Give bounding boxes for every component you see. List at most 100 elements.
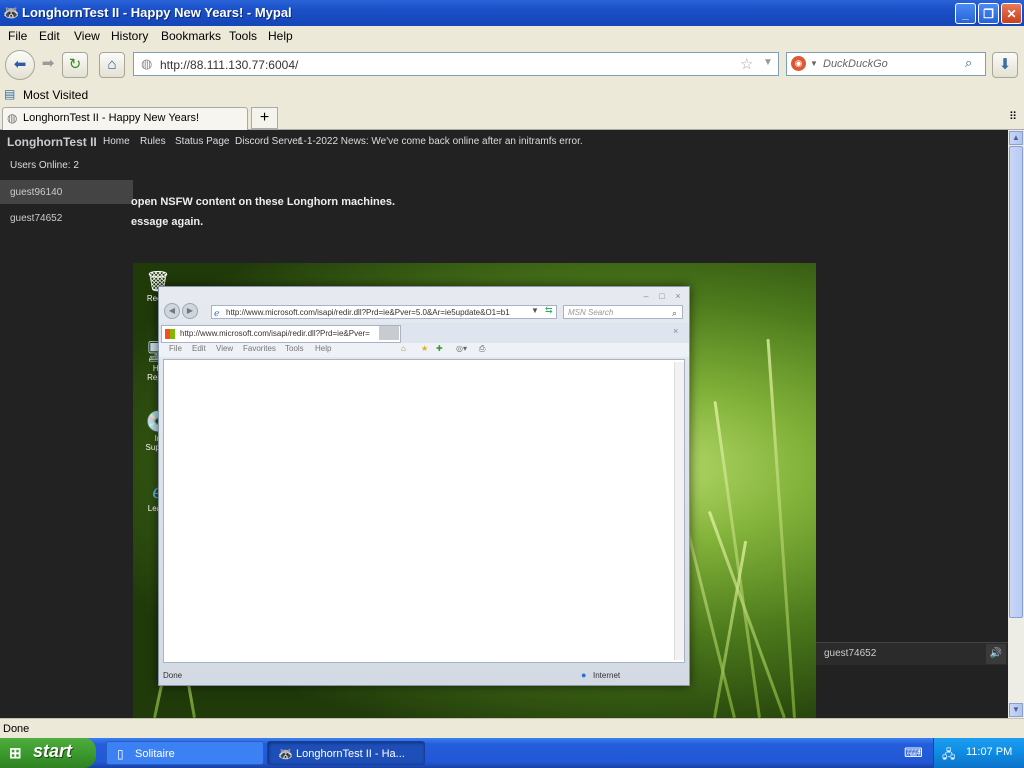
close-button[interactable]: ✕: [1001, 3, 1022, 24]
taskbar-item-label: LonghornTest II - Ha...: [296, 748, 405, 760]
ie-new-tab-button[interactable]: [379, 326, 399, 340]
solitaire-icon: ▯: [117, 747, 124, 761]
forward-button[interactable]: ➡: [35, 52, 61, 78]
ie-address-dropdown-icon[interactable]: ▼: [531, 306, 539, 315]
ie-status-bar: Done ● Internet: [159, 667, 689, 685]
keyboard-icon[interactable]: ⌨: [904, 745, 923, 761]
menu-tools[interactable]: Tools: [229, 29, 257, 43]
reload-icon: ↻: [68, 56, 82, 73]
ie-tab-title: http://www.microsoft.com/isapi/redir.dll…: [180, 329, 370, 338]
ie-search-icon[interactable]: ⌕: [672, 306, 677, 320]
url-dropdown-icon[interactable]: ▼: [763, 57, 773, 68]
reload-button[interactable]: ↻: [62, 52, 88, 78]
back-button[interactable]: ⬅: [5, 50, 35, 80]
ms-favicon-icon: [165, 329, 175, 339]
ie-refresh-icon[interactable]: ⇆: [545, 305, 553, 316]
search-placeholder: DuckDuckGo: [823, 58, 888, 70]
duckduckgo-icon[interactable]: ◉: [791, 56, 806, 71]
scroll-down-button[interactable]: ▼: [1009, 703, 1023, 717]
menu-edit[interactable]: Edit: [39, 29, 60, 43]
search-engine-dropdown-icon[interactable]: ▼: [810, 59, 818, 68]
ie-zone-text: Internet: [593, 671, 621, 680]
nav-status-page[interactable]: Status Page: [175, 136, 229, 147]
ie-menu-help[interactable]: Help: [315, 344, 331, 353]
volume-button[interactable]: 🔊: [986, 644, 1006, 664]
most-visited-icon: ▤: [4, 87, 16, 101]
ie-menu-favorites[interactable]: Favorites: [243, 344, 276, 353]
nav-discord-server[interactable]: Discord Server: [235, 136, 301, 147]
chat-bar[interactable]: guest74652 🔊: [816, 642, 1008, 665]
ie-menu-file[interactable]: File: [169, 344, 182, 353]
bookmark-star-icon[interactable]: ☆: [740, 55, 753, 73]
taskbar-item-solitaire[interactable]: ▯ Solitaire: [106, 741, 264, 765]
mypal-logo-icon: 🦝: [3, 5, 20, 20]
ie-tab-close-icon[interactable]: ×: [673, 326, 678, 336]
ie-forward-button[interactable]: ▶: [182, 303, 198, 319]
notice-line-1: open NSFW content on these Longhorn mach…: [131, 196, 396, 208]
chevron-down-icon: ▼: [1012, 705, 1020, 714]
users-online-count: Users Online: 2: [10, 160, 79, 171]
menu-file[interactable]: File: [8, 29, 27, 43]
search-box[interactable]: ◉ ▼ DuckDuckGo ⌕: [786, 52, 986, 76]
url-bar[interactable]: ◍ http://88.111.130.77:6004/ ☆ ▼: [133, 52, 779, 76]
ie-back-button[interactable]: ◀: [164, 303, 180, 319]
window-title: LonghornTest II - Happy New Years! - Myp…: [22, 5, 292, 20]
start-button[interactable]: ⊞ start: [0, 738, 96, 768]
home-icon: ⌂: [107, 56, 117, 73]
search-magnifier-icon[interactable]: ⌕: [965, 55, 972, 71]
menu-bookmarks[interactable]: Bookmarks: [161, 29, 221, 43]
ie-menu-edit[interactable]: Edit: [192, 344, 206, 353]
menu-view[interactable]: View: [74, 29, 100, 43]
ie-home-icon[interactable]: ⌂: [401, 344, 406, 353]
ie-close-button[interactable]: ×: [672, 291, 684, 301]
ie-address-bar[interactable]: ℯ http://www.microsoft.com/isapi/redir.d…: [211, 305, 557, 319]
nav-rules[interactable]: Rules: [140, 136, 166, 147]
clock[interactable]: 11:07 PM: [966, 746, 1012, 758]
ie-page-content[interactable]: [163, 359, 685, 663]
chevron-up-icon: ▲: [1012, 133, 1020, 142]
ie-menu-tools[interactable]: Tools: [285, 344, 304, 353]
new-tab-button[interactable]: +: [251, 107, 278, 129]
ie-add-favorite-icon[interactable]: ✚: [436, 344, 443, 353]
ie-maximize-button[interactable]: □: [656, 291, 668, 301]
ie-window[interactable]: – □ × ◀ ▶ ℯ http://www.microsoft.com/isa…: [158, 286, 690, 686]
ie-tab-row: http://www.microsoft.com/isapi/redir.dll…: [159, 323, 689, 343]
most-visited-link[interactable]: Most Visited: [23, 88, 88, 102]
scroll-up-button[interactable]: ▲: [1009, 131, 1023, 145]
ie-favorites-star-icon[interactable]: ★: [421, 344, 428, 353]
menu-bar: File Edit View History Bookmarks Tools H…: [0, 26, 1024, 46]
tab-longhorntest[interactable]: ◍ LonghornTest II - Happy New Years!: [2, 107, 248, 130]
notice-line-2: essage again.: [131, 216, 204, 228]
remote-desktop-viewer[interactable]: 🗑 Recyc 🖥 Ho Repor 💿 In Supple ℯ Learn –…: [133, 263, 816, 718]
back-arrow-icon: ⬅: [13, 56, 27, 73]
scroll-thumb[interactable]: [1009, 146, 1023, 618]
downloads-button[interactable]: ⬇: [992, 52, 1018, 78]
page-scrollbar[interactable]: ▲ ▼: [1008, 130, 1024, 718]
user-list-item[interactable]: guest74652: [0, 206, 133, 230]
tab-list-icon[interactable]: ⠿: [1009, 110, 1017, 123]
status-bar: Done: [0, 718, 1024, 738]
ie-scrollbar[interactable]: [674, 362, 684, 660]
maximize-button[interactable]: ❐: [978, 3, 999, 24]
ie-feeds-icon[interactable]: ◎▾: [456, 344, 467, 353]
taskbar-item-mypal[interactable]: 🦝 LonghornTest II - Ha...: [267, 741, 425, 765]
menu-help[interactable]: Help: [268, 29, 293, 43]
ie-menu-view[interactable]: View: [216, 344, 233, 353]
site-brand[interactable]: LonghornTest II: [7, 135, 97, 149]
ie-search-box[interactable]: MSN Search ⌕: [563, 305, 683, 319]
ie-minimize-button[interactable]: –: [640, 291, 652, 301]
minimize-button[interactable]: _: [955, 3, 976, 24]
globe-icon: ◍: [141, 56, 153, 71]
menu-history[interactable]: History: [111, 29, 148, 43]
home-button[interactable]: ⌂: [99, 52, 125, 78]
ie-tab[interactable]: http://www.microsoft.com/isapi/redir.dll…: [161, 325, 401, 343]
ie-page-icon: ℯ: [214, 308, 220, 318]
network-icon[interactable]: 🖧: [942, 745, 955, 766]
user-name: guest74652: [10, 213, 63, 224]
start-label: start: [33, 741, 73, 761]
nav-home[interactable]: Home: [103, 136, 130, 147]
system-tray: 🖧 11:07 PM: [933, 738, 1024, 768]
ie-address-text: http://www.microsoft.com/isapi/redir.dll…: [226, 308, 510, 317]
user-list-item-active[interactable]: guest96140: [0, 180, 133, 204]
ie-print-icon[interactable]: ⎙: [479, 344, 485, 354]
